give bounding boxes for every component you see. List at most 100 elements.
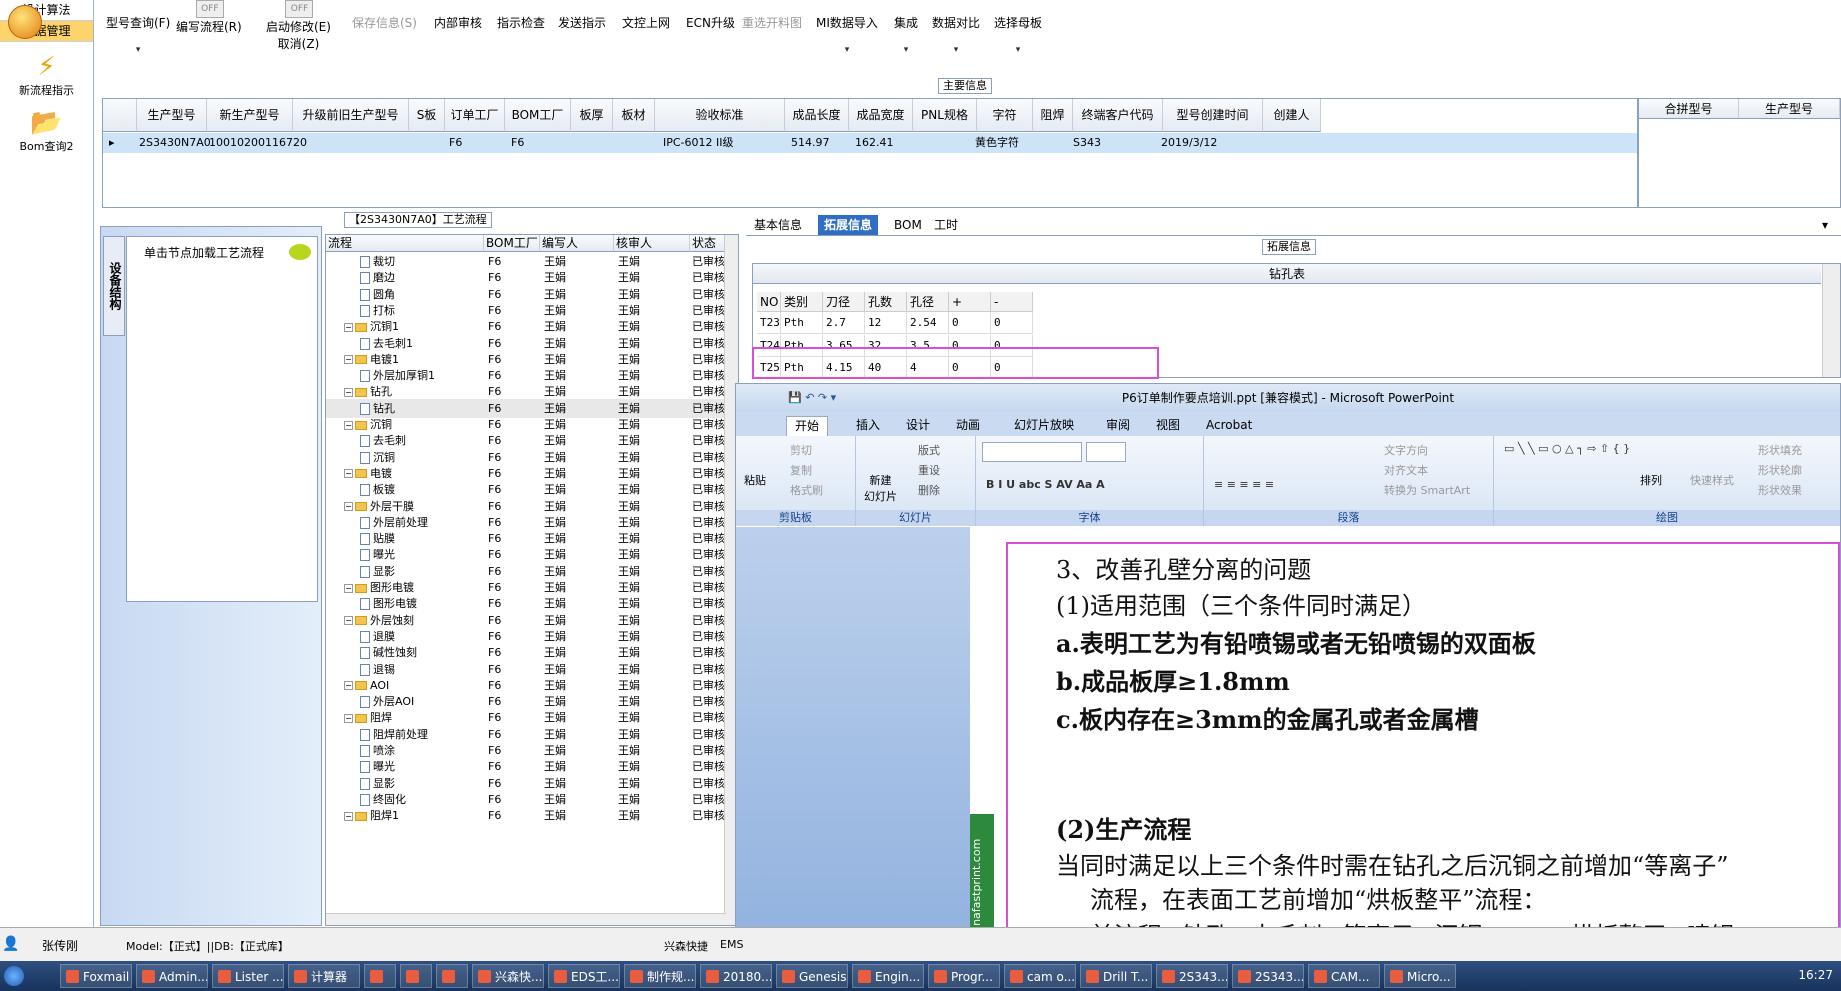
ribbon-tab-review[interactable]: 审阅 <box>1098 416 1138 436</box>
font-size-select[interactable] <box>1086 442 1126 462</box>
format-painter-button[interactable]: 格式刷 <box>790 482 823 498</box>
col-character[interactable]: 字符 <box>977 99 1033 132</box>
taskbar-item[interactable]: 兴森快... <box>472 964 544 988</box>
collapse-icon[interactable]: − <box>344 355 353 365</box>
tab-device-structure[interactable]: 设备结构 <box>103 236 125 336</box>
col-production-model[interactable]: 生产型号 <box>137 99 207 132</box>
col-writer[interactable]: 编写人 <box>540 235 614 252</box>
col-material[interactable]: 板材 <box>613 99 655 132</box>
start-edit-toggle[interactable]: OFF 启动修改(E) 取消(Z) <box>266 0 331 52</box>
collapse-icon[interactable]: − <box>344 469 353 479</box>
ecn-upgrade-button[interactable]: ECN升级 <box>686 14 735 31</box>
taskbar-item[interactable]: CAM... <box>1308 964 1380 988</box>
shapes-gallery[interactable]: ▭ ╲ ╲ ▭ ○ △ ┐ ⇨ ⇧ { } <box>1504 442 1630 455</box>
font-format-buttons[interactable]: B I U abc S AV Aa A <box>986 478 1105 491</box>
ribbon-tab-animation[interactable]: 动画 <box>948 416 988 436</box>
align-text-button[interactable]: 对齐文本 <box>1384 462 1428 478</box>
flow-folder-node[interactable]: − 阻焊1 <box>344 806 399 825</box>
node-list[interactable] <box>126 236 318 602</box>
taskbar-item[interactable]: 2S343... <box>1156 964 1228 988</box>
smartart-button[interactable]: 转换为 SmartArt <box>1384 482 1470 498</box>
taskbar-item[interactable]: Admin... <box>136 964 208 988</box>
model-query-button[interactable]: 型号查询(F) ▾ <box>106 14 170 55</box>
ribbon-tab-insert[interactable]: 插入 <box>848 416 888 436</box>
taskbar-item[interactable]: EDS工... <box>548 964 620 988</box>
tab-work-hours[interactable]: 工时 <box>928 215 964 235</box>
table-row[interactable]: − 阻焊1 F6 王娟 王娟 已审核 <box>326 806 725 825</box>
taskbar-item[interactable]: Drill T... <box>1080 964 1152 988</box>
send-instruction-button[interactable]: 发送指示 <box>558 14 606 31</box>
collapse-icon[interactable]: − <box>344 583 353 593</box>
delete-button[interactable]: 删除 <box>918 482 940 498</box>
arrange-button[interactable]: 排列 <box>1640 472 1662 488</box>
col-creator[interactable]: 创建人 <box>1263 99 1321 132</box>
col-customer-code[interactable]: 终端客户代码 <box>1073 99 1163 132</box>
collapse-icon[interactable]: − <box>344 616 353 626</box>
tab-extended-info[interactable]: 拓展信息 <box>818 215 879 235</box>
layout-button[interactable]: 版式 <box>918 442 940 458</box>
col-solder-mask[interactable]: 阻焊 <box>1033 99 1073 132</box>
taskbar-item[interactable]: Micro... <box>1384 964 1456 988</box>
col-flow-bom-factory[interactable]: BOM工厂 <box>484 235 540 252</box>
drill-col-header[interactable]: NO <box>757 292 781 312</box>
collapse-icon[interactable]: − <box>344 713 353 723</box>
col-s-board[interactable]: S板 <box>409 99 445 132</box>
col-width[interactable]: 成品宽度 <box>849 99 913 132</box>
drill-scrollbar[interactable] <box>1822 264 1840 377</box>
shape-effect-button[interactable]: 形状效果 <box>1758 482 1802 498</box>
collapse-icon[interactable]: − <box>344 502 353 511</box>
align-buttons[interactable]: ≡ ≡ ≡ ≡ ≡ <box>1214 478 1274 491</box>
collapse-icon[interactable]: − <box>344 322 353 332</box>
col-bom-factory[interactable]: BOM工厂 <box>505 99 571 132</box>
text-direction-button[interactable]: 文字方向 <box>1384 442 1428 458</box>
col-new-production-model[interactable]: 新生产型号 <box>207 99 293 132</box>
collapse-icon[interactable]: − <box>344 681 353 691</box>
edit-flow-toggle[interactable]: OFF 编写流程(R) <box>176 0 242 35</box>
collapse-icon[interactable]: − <box>344 387 353 397</box>
nav-bom-query[interactable]: 📂 Bom查询2 <box>0 108 93 154</box>
col-old-model[interactable]: 升级前旧生产型号 <box>293 99 409 132</box>
internal-review-button[interactable]: 内部审核 <box>434 14 482 31</box>
ribbon-tab-view[interactable]: 视图 <box>1148 416 1188 436</box>
col-reviewer[interactable]: 核审人 <box>614 235 690 252</box>
col-create-time[interactable]: 型号创建时间 <box>1163 99 1263 132</box>
taskbar-item[interactable]: 制作规... <box>624 964 696 988</box>
nav-new-flow-instruction[interactable]: ⚡ 新流程指示 <box>0 52 93 98</box>
col-acceptance-standard[interactable]: 验收标准 <box>655 99 785 132</box>
drill-col-header[interactable]: 孔数 <box>865 292 907 312</box>
start-button-icon[interactable] <box>4 966 24 986</box>
data-compare-button[interactable]: 数据对比 ▾ <box>932 14 980 55</box>
horizontal-scrollbar[interactable] <box>326 913 726 925</box>
tab-basic-info[interactable]: 基本信息 <box>748 215 808 235</box>
ribbon-tab-acrobat[interactable]: Acrobat <box>1198 416 1260 436</box>
powerpoint-window[interactable]: 💾 ↶ ↷ ▾ P6订单制作要点培训.ppt [兼容模式] - Microsof… <box>735 383 1841 968</box>
taskbar-item[interactable]: Genesis <box>776 964 848 988</box>
ribbon-tab-home[interactable]: 开始 <box>786 416 829 436</box>
reselect-cut-drawing-button[interactable]: 重选开料图 <box>742 14 802 31</box>
taskbar-item[interactable]: Engin... <box>852 964 924 988</box>
document-upload-button[interactable]: 文控上网 <box>622 14 670 31</box>
taskbar-item[interactable]: Progr... <box>928 964 1000 988</box>
chevron-down-icon[interactable]: ▾ <box>1822 215 1828 235</box>
taskbar-item[interactable] <box>364 964 396 988</box>
col-order-factory[interactable]: 订单工厂 <box>445 99 505 132</box>
instruction-check-button[interactable]: 指示检查 <box>497 14 545 31</box>
drill-col-header[interactable]: 刀径 <box>823 292 865 312</box>
taskbar-item[interactable]: 计算器 <box>288 964 360 988</box>
taskbar-item[interactable]: cam o... <box>1004 964 1076 988</box>
drill-col-header[interactable]: 孔径 <box>907 292 949 312</box>
drill-col-header[interactable]: - <box>991 292 1033 312</box>
shape-outline-button[interactable]: 形状轮廓 <box>1758 462 1802 478</box>
ribbon-tab-design[interactable]: 设计 <box>898 416 938 436</box>
collapse-icon[interactable]: − <box>344 811 353 821</box>
new-slide-button[interactable]: 新建 幻灯片 <box>864 472 897 504</box>
taskbar-item[interactable] <box>436 964 468 988</box>
shape-fill-button[interactable]: 形状填充 <box>1758 442 1802 458</box>
collapse-icon[interactable]: − <box>344 420 353 430</box>
taskbar-item[interactable]: Lister ... <box>212 964 284 988</box>
col-length[interactable]: 成品长度 <box>785 99 849 132</box>
save-info-button[interactable]: 保存信息(S) <box>352 14 417 31</box>
taskbar-item[interactable]: 20180... <box>700 964 772 988</box>
drill-col-header[interactable]: 类别 <box>781 292 823 312</box>
drill-col-header[interactable]: + <box>949 292 991 312</box>
